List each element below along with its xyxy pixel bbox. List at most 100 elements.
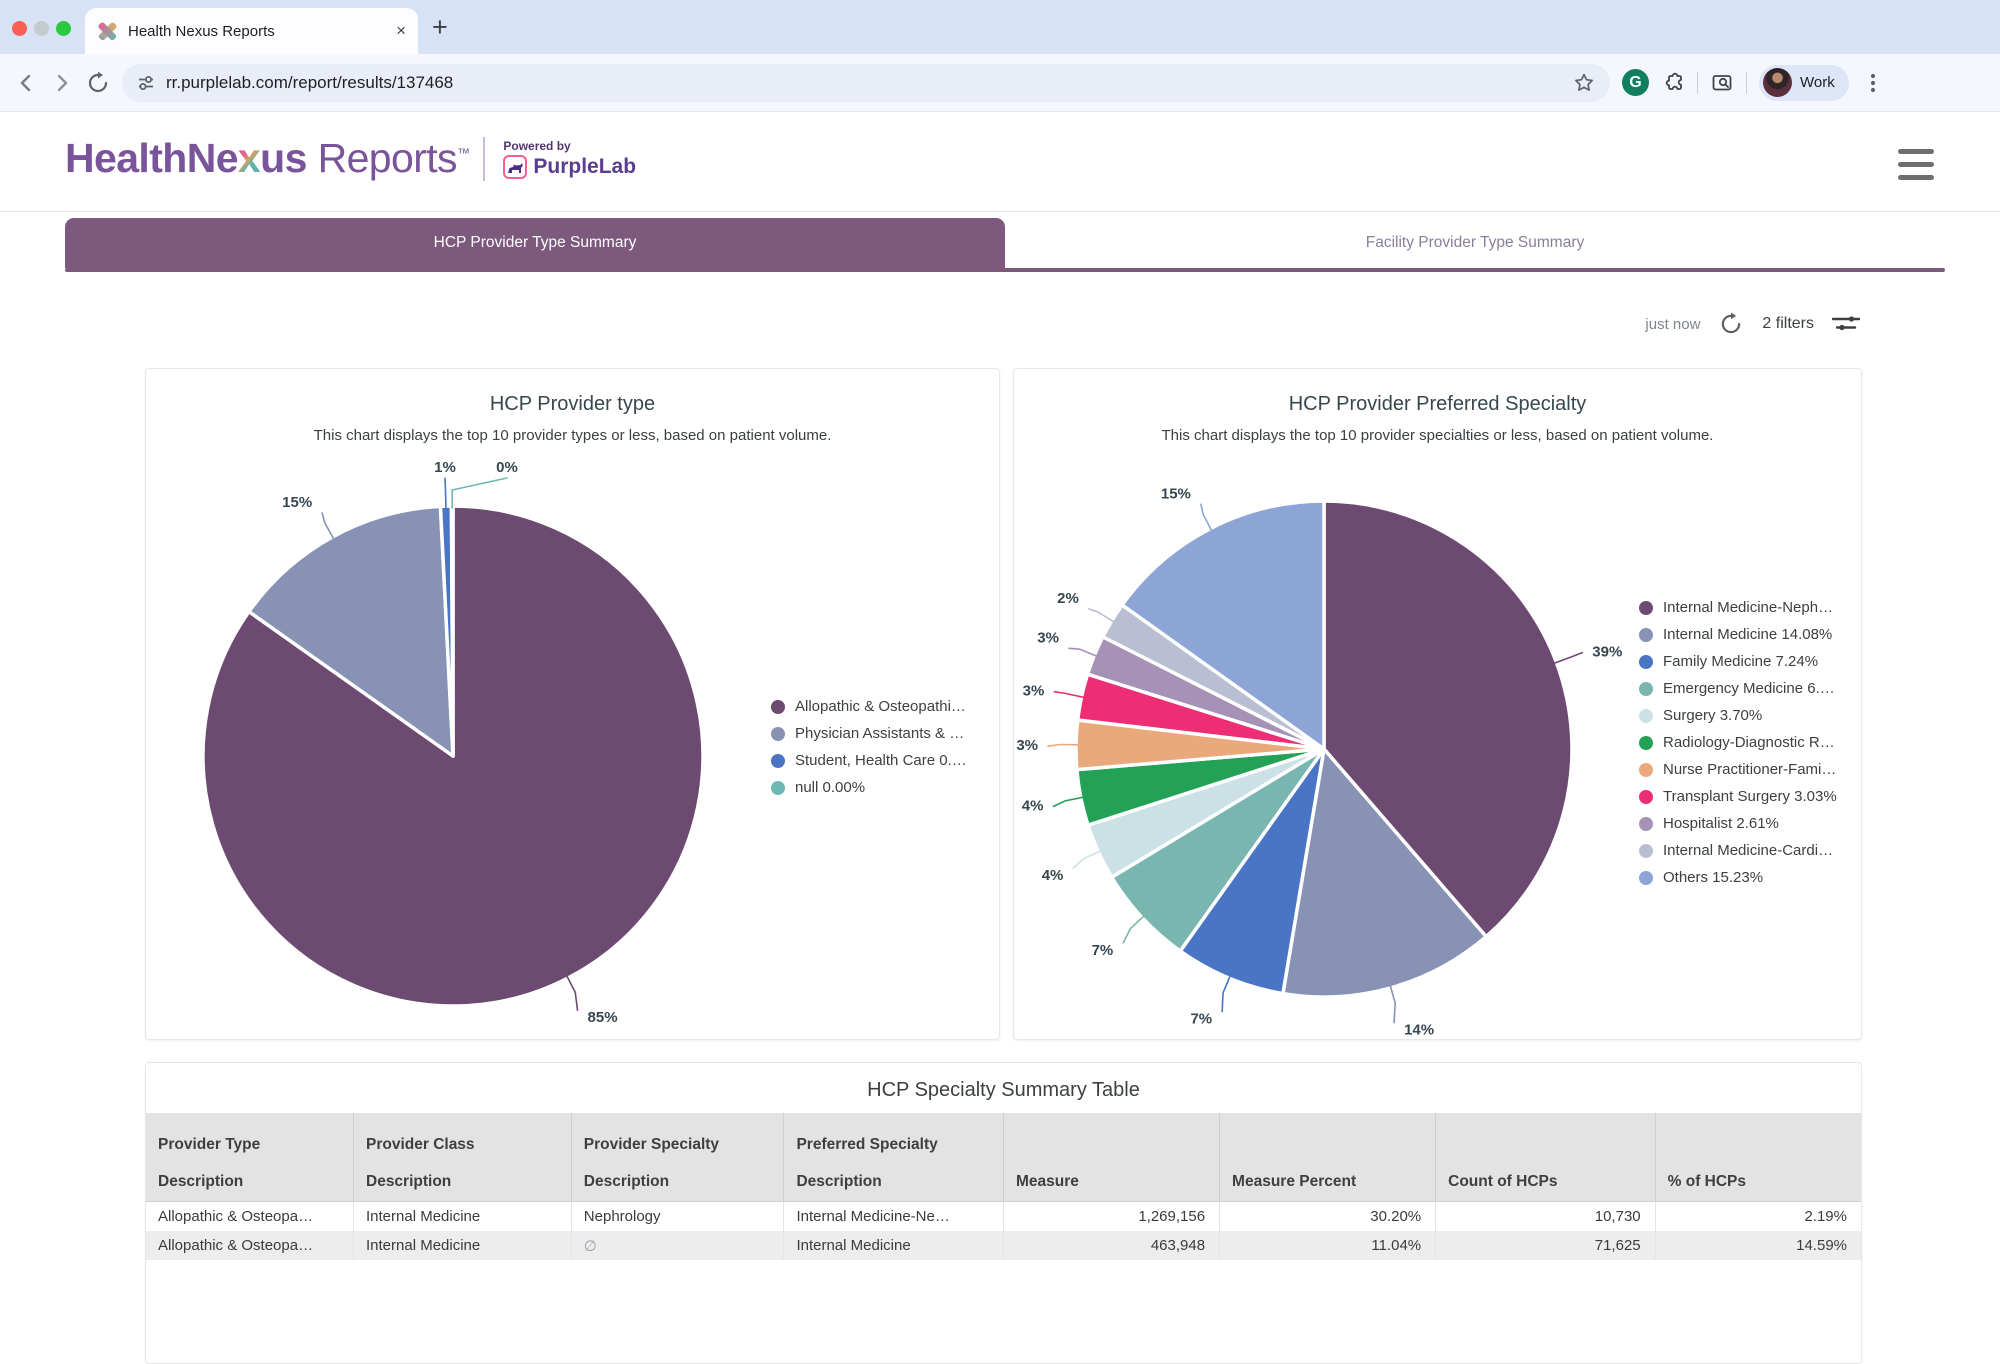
legend-item[interactable]: Hospitalist 2.61% [1639, 813, 1837, 834]
table-cell: Internal Medicine [784, 1231, 1004, 1260]
table-cell: 463,948 [1003, 1231, 1219, 1260]
powered-by-block: Powered by PurpleLab [503, 139, 636, 179]
pie-percent-label: 15% [282, 494, 312, 511]
pie-leader-line [1053, 797, 1082, 806]
browser-tab[interactable]: Health Nexus Reports × [85, 8, 418, 54]
legend-item[interactable]: Internal Medicine-Cardi… [1639, 840, 1837, 861]
pie-leader-line [1089, 609, 1114, 622]
legend-item[interactable]: Internal Medicine 14.08% [1639, 624, 1837, 645]
pie-percent-label: 4% [1022, 797, 1044, 814]
pie-percent-label: 85% [588, 1009, 618, 1026]
legend-item[interactable]: Nurse Practitioner-Fami… [1639, 759, 1837, 780]
logo-health: Health [65, 135, 187, 181]
table-cell: 1,269,156 [1003, 1202, 1219, 1232]
refresh-icon[interactable] [1718, 311, 1744, 337]
filters-count-text[interactable]: 2 filters [1762, 315, 1814, 333]
legend-item[interactable]: Internal Medicine-Neph… [1639, 597, 1837, 618]
table-cell: 11.04% [1220, 1231, 1436, 1260]
legend-swatch [771, 754, 785, 768]
pie-percent-label: 2% [1057, 590, 1079, 607]
summary-table-card: HCP Specialty Summary Table Provider Typ… [145, 1062, 1862, 1364]
pie-percent-label: 4% [1042, 867, 1064, 884]
logo-trademark: ™ [457, 145, 469, 160]
last-updated-text: just now [1645, 316, 1700, 333]
pie-leader-line [1069, 648, 1096, 656]
report-controls: just now 2 filters [1645, 304, 1860, 344]
column-header[interactable]: Count of HCPs [1436, 1113, 1656, 1202]
browser-menu-icon[interactable] [1861, 71, 1885, 95]
browser-profile-button[interactable]: Work [1759, 65, 1849, 101]
site-info-icon[interactable] [136, 73, 156, 93]
site-favicon-icon [97, 21, 118, 42]
legend-item[interactable]: Allopathic & Osteopathi… [771, 696, 967, 717]
legend-item[interactable]: Surgery 3.70% [1639, 705, 1837, 726]
tab-search-icon[interactable] [1710, 71, 1734, 95]
column-header[interactable]: Measure Percent [1220, 1113, 1436, 1202]
filter-icon[interactable] [1832, 315, 1860, 333]
tab-close-icon[interactable]: × [396, 21, 406, 41]
table-cell: Nephrology [571, 1202, 784, 1232]
extensions-puzzle-icon[interactable] [1661, 71, 1685, 95]
legend-label: Surgery 3.70% [1663, 707, 1762, 724]
legend-label: Emergency Medicine 6.… [1663, 680, 1835, 697]
menu-hamburger-icon[interactable] [1898, 149, 1934, 180]
column-header[interactable]: Measure [1003, 1113, 1219, 1202]
legend-item[interactable]: null 0.00% [771, 777, 967, 798]
legend-item[interactable]: Emergency Medicine 6.… [1639, 678, 1837, 699]
healthnexus-logo: HealthNexus Reports™ Powered by PurpleLa… [65, 135, 636, 182]
pie-leader-line [1123, 916, 1143, 942]
window-zoom-button[interactable] [56, 21, 71, 36]
legend-label: Hospitalist 2.61% [1663, 815, 1779, 832]
url-text[interactable]: rr.purplelab.com/report/results/137468 [166, 73, 453, 93]
legend-item[interactable]: Others 15.23% [1639, 867, 1837, 888]
table-cell: Internal Medicine [354, 1231, 572, 1260]
reload-icon[interactable] [86, 71, 110, 95]
column-header[interactable]: Provider SpecialtyDescription [571, 1113, 784, 1202]
url-bar[interactable]: rr.purplelab.com/report/results/137468 [122, 64, 1610, 102]
legend-item[interactable]: Physician Assistants & … [771, 723, 967, 744]
legend-swatch [1639, 763, 1653, 777]
legend-label: Others 15.23% [1663, 869, 1763, 886]
legend-swatch [771, 727, 785, 741]
column-header[interactable]: Provider ClassDescription [354, 1113, 572, 1202]
column-header[interactable]: Provider TypeDescription [146, 1113, 354, 1202]
browser-toolbar: rr.purplelab.com/report/results/137468 G… [0, 54, 2000, 112]
pie-leader-line [1048, 745, 1078, 747]
tab-hcp-provider-type-summary[interactable]: HCP Provider Type Summary [65, 218, 1005, 268]
legend-item[interactable]: Student, Health Care 0.… [771, 750, 967, 771]
table-cell: ∅ [571, 1231, 784, 1260]
grammarly-extension-icon[interactable]: G [1622, 69, 1649, 96]
table-cell: 2.19% [1655, 1202, 1861, 1232]
legend-swatch [1639, 736, 1653, 750]
legend-item[interactable]: Radiology-Diagnostic R… [1639, 732, 1837, 753]
table-row[interactable]: Allopathic & Osteopa…Internal Medicine∅I… [146, 1231, 1861, 1260]
legend-label: Family Medicine 7.24% [1663, 653, 1818, 670]
window-minimize-button[interactable] [34, 21, 49, 36]
column-header[interactable]: % of HCPs [1655, 1113, 1861, 1202]
legend-label: Radiology-Diagnostic R… [1663, 734, 1835, 751]
legend-swatch [1639, 709, 1653, 723]
null-value-icon: ∅ [584, 1238, 597, 1255]
new-tab-button[interactable]: + [432, 12, 448, 43]
tab-underline [65, 268, 1945, 272]
legend-label: Transplant Surgery 3.03% [1663, 788, 1837, 805]
table-cell: 30.20% [1220, 1202, 1436, 1232]
table-row[interactable]: Allopathic & Osteopa…Internal MedicineNe… [146, 1202, 1861, 1232]
window-close-button[interactable] [12, 21, 27, 36]
pie-slice[interactable] [451, 506, 453, 756]
tab-facility-provider-type-summary[interactable]: Facility Provider Type Summary [1005, 218, 1945, 268]
legend-item[interactable]: Transplant Surgery 3.03% [1639, 786, 1837, 807]
legend-item[interactable]: Family Medicine 7.24% [1639, 651, 1837, 672]
pie-leader-line [1073, 851, 1100, 868]
browser-tab-strip: Health Nexus Reports × + [0, 0, 2000, 54]
logo-x-mark: x [238, 135, 260, 181]
legend-label: Internal Medicine 14.08% [1663, 626, 1832, 643]
back-icon[interactable] [14, 71, 38, 95]
forward-icon[interactable] [50, 71, 74, 95]
table-cell: Allopathic & Osteopa… [146, 1202, 354, 1232]
bookmark-star-icon[interactable] [1572, 71, 1596, 95]
column-header[interactable]: Preferred SpecialtyDescription [784, 1113, 1004, 1202]
table-cell: 10,730 [1436, 1202, 1656, 1232]
chart-card-preferred-specialty: HCP Provider Preferred Specialty This ch… [1013, 368, 1862, 1040]
legend-swatch [1639, 601, 1653, 615]
